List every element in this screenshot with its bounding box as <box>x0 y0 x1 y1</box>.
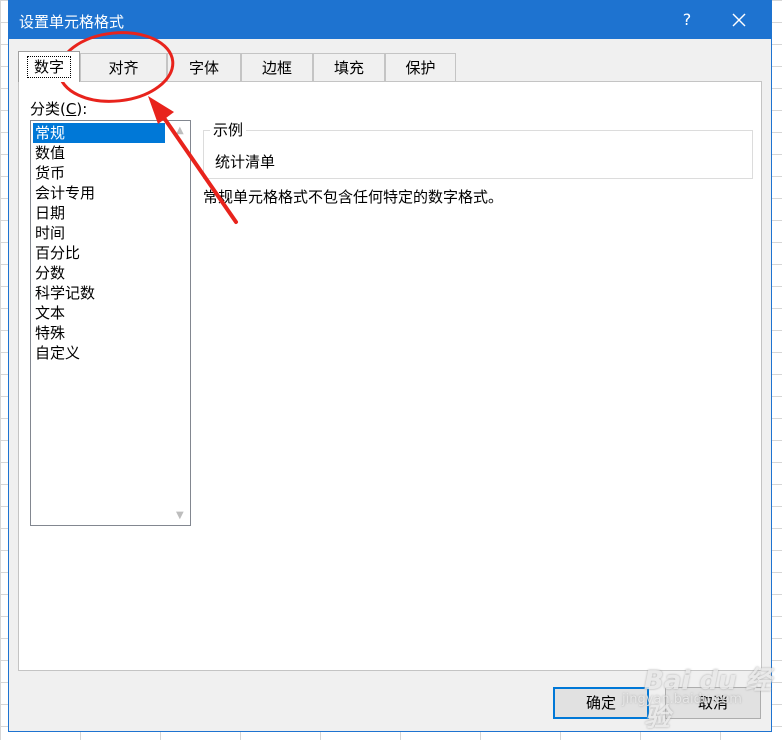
tab-font[interactable]: 字体 <box>167 53 241 81</box>
list-item[interactable]: 货币 <box>33 163 165 183</box>
tab-label: 字体 <box>188 59 219 77</box>
tab-alignment[interactable]: 对齐 <box>80 53 167 81</box>
list-item[interactable]: 特殊 <box>33 323 165 343</box>
tab-border[interactable]: 边框 <box>241 53 313 81</box>
tab-label: 保护 <box>405 59 436 77</box>
list-item[interactable]: 日期 <box>33 203 165 223</box>
list-item[interactable]: 数值 <box>33 143 165 163</box>
listbox-scrollbar[interactable]: ▲ ▼ <box>173 121 190 525</box>
list-item[interactable]: 文本 <box>33 303 165 323</box>
dialog-title: 设置单元格格式 <box>19 13 125 31</box>
tab-label: 数字 <box>26 56 71 78</box>
format-description: 常规单元格格式不包含任何特定的数字格式。 <box>203 188 504 206</box>
list-item[interactable]: 百分比 <box>33 243 165 263</box>
tab-label: 填充 <box>333 59 364 77</box>
list-item[interactable]: 时间 <box>33 223 165 243</box>
list-item[interactable]: 自定义 <box>33 343 165 363</box>
sample-value: 统计清单 <box>215 153 276 171</box>
list-item[interactable]: 会计专用 <box>33 183 165 203</box>
category-listbox[interactable]: 常规 数值 货币 会计专用 日期 时间 百分比 分数 科学记数 文本 特殊 自定… <box>30 120 191 526</box>
ok-button[interactable]: 确定 <box>553 687 649 719</box>
list-item[interactable]: 分数 <box>33 263 165 283</box>
title-bar[interactable]: 设置单元格格式 ? <box>9 1 771 39</box>
close-icon <box>732 13 746 27</box>
close-button[interactable] <box>719 6 759 34</box>
category-label: 分类(C): <box>30 100 88 118</box>
tab-label: 对齐 <box>108 59 139 77</box>
sample-legend: 示例 <box>210 121 247 139</box>
cancel-button[interactable]: 取消 <box>665 687 761 719</box>
scroll-up-icon[interactable]: ▲ <box>176 125 184 136</box>
list-item[interactable]: 常规 <box>33 123 165 143</box>
format-cells-dialog: 设置单元格格式 ? 数字 对齐 字体 边框 填充 保护 分类(C): 常规 数值… <box>8 0 772 732</box>
tab-label: 边框 <box>261 59 292 77</box>
tab-protection[interactable]: 保护 <box>385 53 456 81</box>
number-tab-panel: 分类(C): 常规 数值 货币 会计专用 日期 时间 百分比 分数 科学记数 文… <box>18 81 762 671</box>
tab-number[interactable]: 数字 <box>18 51 80 82</box>
help-button[interactable]: ? <box>675 9 699 31</box>
list-item[interactable]: 科学记数 <box>33 283 165 303</box>
sample-group: 示例 统计清单 <box>203 121 753 179</box>
tab-fill[interactable]: 填充 <box>313 53 385 81</box>
scroll-down-icon[interactable]: ▼ <box>176 510 184 521</box>
